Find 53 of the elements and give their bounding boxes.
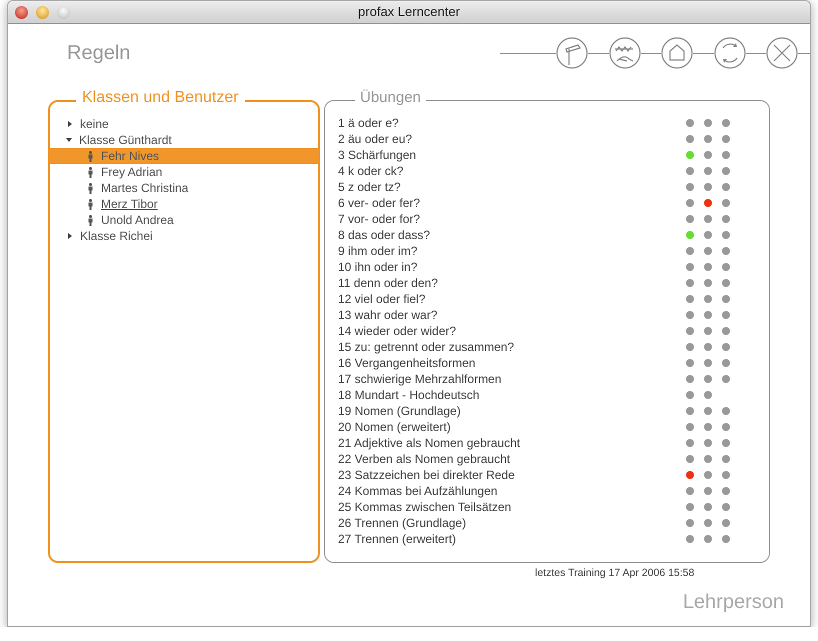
tree-item[interactable]: keine [80,117,109,131]
exercise-item[interactable]: 13 wahr oder war? [338,308,686,322]
tree-item[interactable]: Frey Adrian [50,164,318,180]
exercise-item[interactable]: 14 wieder oder wider? [338,324,686,338]
exercise-item[interactable]: 19 Nomen (Grundlage) [338,404,686,418]
refresh-icon[interactable] [714,37,746,69]
exercise-item[interactable]: 16 Vergangenheitsformen [338,356,686,370]
exercise-item[interactable]: 9 ihm oder im? [338,244,686,258]
exercise-item[interactable]: 12 viel oder fiel? [338,292,686,306]
exercise-item[interactable]: 25 Kommas zwischen Teilsätzen [338,500,686,514]
exercise-item[interactable]: 10 ihn oder in? [338,260,686,274]
person-icon [88,150,93,162]
exercise-item[interactable]: 26 Trennen (Grundlage) [338,516,686,530]
exercise-item[interactable]: 4 k oder ck? [338,164,686,178]
exercise-item[interactable]: 21 Adjektive als Nomen gebraucht [338,436,686,450]
person-icon [88,214,93,226]
exercise-item[interactable]: 11 denn oder den? [338,276,686,290]
disclosure-triangle-icon[interactable] [68,233,72,239]
exercise-item[interactable]: 17 schwierige Mehrzahlformen [338,372,686,386]
exercise-item[interactable]: 7 vor- oder for? [338,212,686,226]
exercise-item[interactable]: 23 Satzzeichen bei direkter Rede [338,468,686,482]
home-icon[interactable] [661,37,693,69]
role-label: Lehrperson [682,591,784,613]
exercise-item[interactable]: 15 zu: getrennt oder zusammen? [338,340,686,354]
exercise-item[interactable]: 6 ver- oder fer? [338,196,686,210]
exercise-item[interactable]: 1 ä oder e? [338,116,686,130]
exercise-item[interactable]: 8 das oder dass? [338,228,686,242]
section-title: Regeln [67,42,130,64]
tree-item[interactable]: Unold Andrea [50,212,318,228]
exercise-item[interactable]: 27 Trennen (erweitert) [338,532,686,546]
last-training-text: letztes Training 17 Apr 2006 15:58 [535,567,694,579]
panel-title: Übungen [355,89,426,106]
person-icon [88,166,93,178]
close-icon[interactable] [766,37,798,69]
disclosure-triangle-icon[interactable] [66,138,72,142]
exercise-item[interactable]: 20 Nomen (erweitert) [338,420,686,434]
signpost-icon[interactable] [556,37,588,69]
person-icon [88,182,93,194]
scribble-icon[interactable] [608,37,640,69]
disclosure-triangle-icon[interactable] [68,121,72,127]
window-title: profax Lerncenter [358,4,460,19]
tree-item[interactable]: Merz Tibor [50,196,318,212]
tree-item[interactable]: Klasse Günthardt [79,133,172,147]
exercise-item[interactable]: 5 z oder tz? [338,180,686,194]
exercise-item[interactable]: 24 Kommas bei Aufzählungen [338,484,686,498]
close-button[interactable] [15,6,28,18]
exercise-item[interactable]: 22 Verben als Nomen gebraucht [338,452,686,466]
tree-item[interactable]: Klasse Richei [80,229,153,243]
tree-item[interactable]: Martes Christina [50,180,318,196]
exercise-item[interactable]: 2 äu oder eu? [338,132,686,146]
exercise-item[interactable]: 3 Schärfungen [338,148,686,162]
person-icon [88,198,93,210]
exercise-item[interactable]: 18 Mundart - Hochdeutsch [338,388,686,402]
